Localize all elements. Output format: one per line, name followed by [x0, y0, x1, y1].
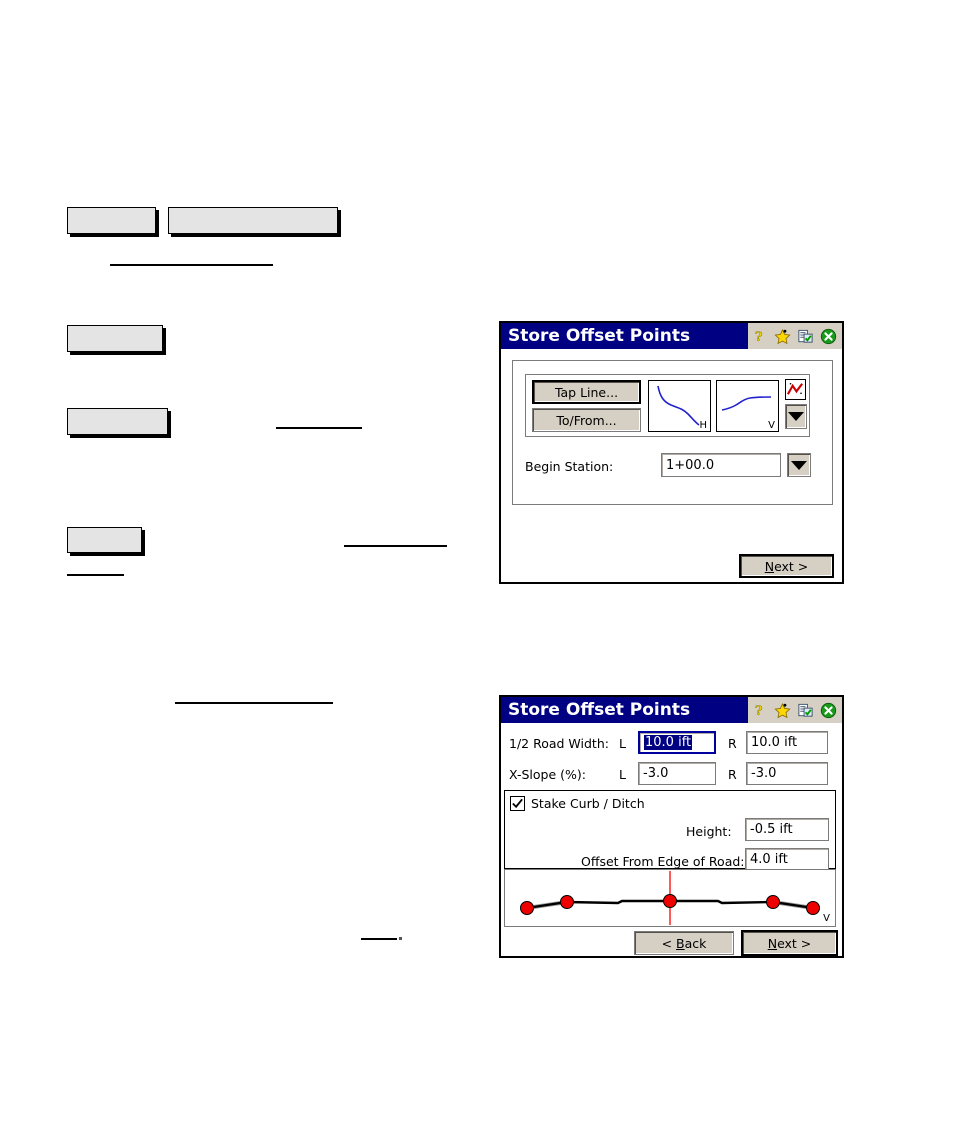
- window1-title: Store Offset Points: [508, 326, 691, 346]
- stake-curb-ditch-label: Stake Curb / Ditch: [531, 796, 645, 811]
- help-icon[interactable]: ?: [750, 701, 769, 720]
- road-cross-section-preview[interactable]: V: [504, 869, 836, 927]
- next-button[interactable]: Next >: [741, 930, 838, 956]
- x-slope-label: X-Slope (%):: [509, 767, 586, 782]
- help-icon[interactable]: ?: [750, 327, 769, 346]
- chevron-down-icon: [788, 412, 804, 421]
- doc-placeholder-box-5: [67, 527, 142, 553]
- store-offset-points-window-1: Store Offset Points ? Tap Line... To/Fro…: [499, 321, 844, 584]
- vertical-graph-label: V: [768, 420, 775, 431]
- window2-title: Store Offset Points: [508, 700, 691, 720]
- offset-from-edge-label: Offset From Edge of Road:: [581, 854, 745, 869]
- horizontal-graph-label: H: [699, 420, 707, 431]
- x-slope-left-tag: L: [619, 767, 626, 782]
- back-button[interactable]: < Back: [634, 931, 734, 955]
- offset-from-edge-input[interactable]: 4.0 ift: [745, 848, 829, 871]
- window1-titlebar: Store Offset Points ?: [501, 323, 842, 349]
- doc-rule-2: [276, 427, 362, 429]
- doc-placeholder-box-2: [168, 207, 338, 234]
- vertical-alignment-preview[interactable]: V: [716, 380, 779, 432]
- doc-rule-1: [110, 264, 273, 266]
- begin-station-input[interactable]: 1+00.0: [661, 453, 781, 477]
- half-road-width-left-input[interactable]: 10.0 ift: [638, 731, 716, 754]
- half-road-width-left-value: 10.0 ift: [644, 735, 693, 750]
- doc-placeholder-box-1: [67, 207, 156, 234]
- window1-body: Tap Line... To/From... H V Begin Station…: [501, 349, 842, 582]
- half-road-width-right-tag: R: [728, 736, 737, 751]
- horizontal-alignment-preview[interactable]: H: [648, 380, 711, 432]
- alignment-dropdown-button[interactable]: [785, 404, 807, 429]
- svg-text:?: ?: [755, 330, 763, 344]
- stake-curb-ditch-checkbox[interactable]: [510, 796, 525, 811]
- half-road-width-label: 1/2 Road Width:: [509, 736, 609, 751]
- alignment-group-frame: Tap Line... To/From... H V Begin Station…: [512, 360, 833, 505]
- begin-station-label: Begin Station:: [525, 459, 614, 474]
- back-button-label: < Back: [661, 935, 707, 951]
- window2-titlebar: Store Offset Points ?: [501, 697, 842, 723]
- stake-curb-ditch-section: Stake Curb / Ditch Height: -0.5 ift Offs…: [504, 790, 836, 871]
- favorites-icon[interactable]: [773, 701, 792, 720]
- curb-height-input[interactable]: -0.5 ift: [745, 818, 829, 841]
- next-button-label: Next >: [764, 558, 809, 574]
- chevron-down-icon: [791, 460, 807, 470]
- doc-placeholder-box-4: [67, 408, 168, 435]
- window2-body: 1/2 Road Width: L 10.0 ift R 10.0 ift X-…: [501, 723, 842, 956]
- next-button-label: Next >: [767, 935, 812, 951]
- window1-titlebar-icons: ?: [748, 323, 842, 349]
- begin-station-dropdown-button[interactable]: [787, 453, 811, 477]
- doc-rule-6: [361, 938, 397, 940]
- x-slope-right-input[interactable]: -3.0: [746, 762, 828, 785]
- half-road-width-right-input[interactable]: 10.0 ift: [746, 731, 828, 754]
- doc-rule-3: [344, 545, 447, 547]
- doc-period-mark: [399, 937, 402, 940]
- curb-height-label: Height:: [686, 824, 732, 839]
- tasks-icon[interactable]: [796, 701, 815, 720]
- half-road-width-left-tag: L: [619, 736, 626, 751]
- svg-text:?: ?: [755, 704, 763, 718]
- x-slope-left-input[interactable]: -3.0: [638, 762, 716, 785]
- store-offset-points-window-2: Store Offset Points ? 1/2 Road Width: L …: [499, 695, 844, 958]
- close-icon[interactable]: [819, 701, 838, 720]
- doc-rule-4: [67, 574, 124, 576]
- doc-rule-5: [175, 702, 333, 704]
- close-icon[interactable]: [819, 327, 838, 346]
- next-button[interactable]: Next >: [739, 554, 834, 578]
- map-pick-icon[interactable]: [785, 379, 806, 400]
- tasks-icon[interactable]: [796, 327, 815, 346]
- window2-titlebar-icons: ?: [748, 697, 842, 723]
- doc-placeholder-box-3: [67, 325, 163, 352]
- favorites-icon[interactable]: [773, 327, 792, 346]
- tap-line-button[interactable]: Tap Line...: [532, 380, 641, 404]
- cross-section-label: V: [823, 913, 830, 924]
- to-from-button[interactable]: To/From...: [532, 408, 641, 432]
- alignment-picker-frame: Tap Line... To/From... H V: [525, 374, 810, 437]
- x-slope-right-tag: R: [728, 767, 737, 782]
